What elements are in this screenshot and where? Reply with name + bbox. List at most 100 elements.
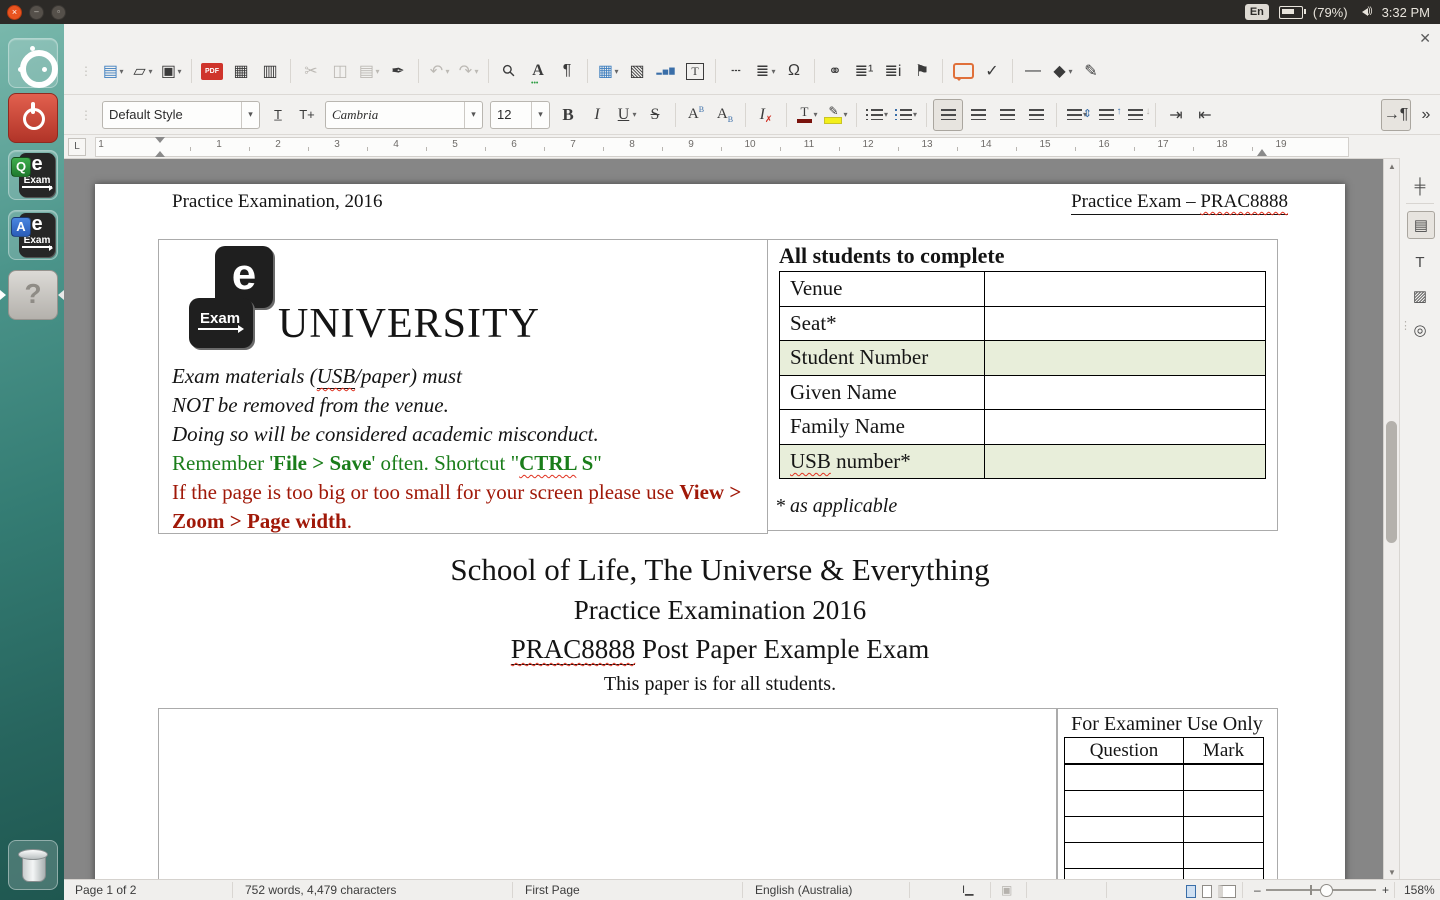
tab-type-selector[interactable]: L [68,138,86,156]
examiner-table[interactable]: Question Mark [1064,737,1264,880]
scroll-up-icon[interactable]: ▲ [1386,162,1398,171]
trash-button[interactable] [8,840,58,890]
horizontal-ruler[interactable]: L 112345678910111213141516171819 [64,135,1400,159]
zoom-percent[interactable]: 158% [1404,883,1435,897]
power-button[interactable] [8,93,58,143]
insert-endnote-button[interactable]: ≣i [879,56,907,86]
mark-cell[interactable] [1184,843,1264,869]
find-replace-button[interactable]: ⚲ [495,56,523,86]
question-cell[interactable] [1065,791,1184,817]
insert-image-button[interactable]: ▧ [623,56,651,86]
font-size-combo[interactable]: 12 [490,101,550,129]
underline-button[interactable]: U ▾ [612,100,640,130]
row-value-cell[interactable] [985,306,1266,341]
dropdown-arrow-icon[interactable]: ▾ [119,67,123,76]
bullet-list-button[interactable]: ▾ [863,100,891,130]
print-preview-button[interactable]: ▥ [256,56,284,86]
paste-button[interactable]: ▤ ▾ [355,56,383,86]
dropdown-arrow-icon[interactable]: ▾ [148,67,152,76]
sidebar-styles-deck-button[interactable]: T [1407,249,1433,275]
dropdown-arrow-icon[interactable]: ▾ [884,110,888,119]
new-style-button[interactable]: T+ [293,100,321,130]
left-indent-marker[interactable] [155,146,165,157]
keyboard-layout-indicator[interactable]: En [1245,4,1269,20]
insert-footnote-button[interactable]: ≣¹ [850,56,878,86]
clear-formatting-button[interactable]: I [752,100,780,130]
undo-button[interactable]: ↶ ▾ [425,56,453,86]
clone-formatting-button[interactable]: ✒ [384,56,412,86]
sidebar-navigator-deck-button[interactable]: ◎ [1407,317,1433,343]
dropdown-arrow-icon[interactable]: ▾ [913,110,917,119]
mark-cell[interactable] [1184,817,1264,843]
special-character-button[interactable]: Ω [780,56,808,86]
a-exam-app-button[interactable]: e Exam A [8,210,58,260]
highlight-color-button[interactable]: ✎ ▾ [822,100,850,130]
export-pdf-button[interactable]: PDF [198,56,226,86]
save-button[interactable]: ▣ ▾ [157,56,185,86]
clock[interactable]: 3:32 PM [1382,5,1430,20]
word-count[interactable]: 752 words, 4,479 characters [245,883,396,897]
zoom-in-button[interactable]: + [1382,883,1389,897]
increase-indent-button[interactable]: ⇥ [1162,100,1190,130]
zoom-slider-thumb[interactable] [1320,884,1333,897]
combo-dropdown-icon[interactable] [464,102,482,128]
insert-table-button[interactable]: ▦ ▾ [594,56,622,86]
cut-button[interactable]: ✂ [297,56,325,86]
insert-mode-icon[interactable]: I▁ [962,883,974,896]
dropdown-arrow-icon[interactable]: ▾ [375,67,379,76]
page-break-button[interactable]: ┄ [722,56,750,86]
row-value-cell[interactable] [985,341,1266,376]
align-right-button[interactable] [993,100,1021,130]
dropdown-arrow-icon[interactable]: ▾ [813,110,817,119]
help-app-button[interactable]: ? [8,270,58,320]
single-page-view-button[interactable] [1186,885,1196,898]
q-exam-app-button[interactable]: e Exam Q [8,150,58,200]
volume-icon[interactable] [1358,6,1372,18]
row-value-cell[interactable] [985,272,1266,307]
row-value-cell[interactable] [985,444,1266,479]
ubuntu-dash-button[interactable] [8,38,58,88]
close-document-button[interactable]: ✕ [1419,31,1431,45]
spelling-button[interactable]: A [524,56,552,86]
draw-functions-button[interactable]: ✎ [1077,56,1105,86]
combo-dropdown-icon[interactable] [241,102,259,128]
page-count[interactable]: Page 1 of 2 [75,883,136,897]
scroll-down-icon[interactable]: ▼ [1386,868,1398,877]
window-minimize-button[interactable]: – [29,5,44,20]
italic-button[interactable]: I [583,100,611,130]
document-modified-icon[interactable]: ▣ [1001,883,1012,897]
combo-dropdown-icon[interactable] [531,102,549,128]
copy-button[interactable]: ◫ [326,56,354,86]
mark-cell[interactable] [1184,764,1264,791]
align-justify-button[interactable] [1022,100,1050,130]
vertical-scrollbar[interactable]: ▲ ▼ [1383,159,1400,880]
scrollbar-thumb[interactable] [1386,421,1397,543]
book-view-button[interactable] [1218,885,1236,898]
font-color-button[interactable]: T ▾ [793,100,821,130]
window-maximize-button[interactable]: ▫ [51,5,66,20]
toolbar-overflow-button[interactable]: » [1412,100,1440,130]
dropdown-arrow-icon[interactable]: ▾ [614,67,618,76]
question-cell[interactable] [1065,764,1184,791]
question-cell[interactable] [1065,843,1184,869]
text-language[interactable]: English (Australia) [755,883,852,897]
print-button[interactable]: ▦ [227,56,255,86]
para-space-increase-button[interactable] [1092,100,1120,130]
insert-bookmark-button[interactable]: ⚑ [908,56,936,86]
align-left-button[interactable] [933,99,963,131]
paragraph-style-combo[interactable]: Default Style [102,101,260,129]
dropdown-arrow-icon[interactable]: ▾ [177,67,181,76]
horizontal-line-button[interactable]: — [1019,56,1047,86]
dropdown-arrow-icon[interactable]: ▾ [843,110,847,119]
update-style-button[interactable]: T̲ [264,100,292,130]
right-indent-marker[interactable] [1257,144,1267,156]
dropdown-arrow-icon[interactable]: ▾ [474,67,478,76]
sidebar-page-deck-button[interactable]: ▤ [1407,211,1435,239]
insert-comment-button[interactable] [949,56,977,86]
redo-button[interactable]: ↷ ▾ [454,56,482,86]
basic-shapes-button[interactable]: ◆ ▾ [1048,56,1076,86]
font-name-combo[interactable]: Cambria [325,101,483,129]
superscript-button[interactable]: A [682,100,710,130]
battery-icon[interactable] [1279,6,1303,19]
window-close-button[interactable]: × [7,5,22,20]
